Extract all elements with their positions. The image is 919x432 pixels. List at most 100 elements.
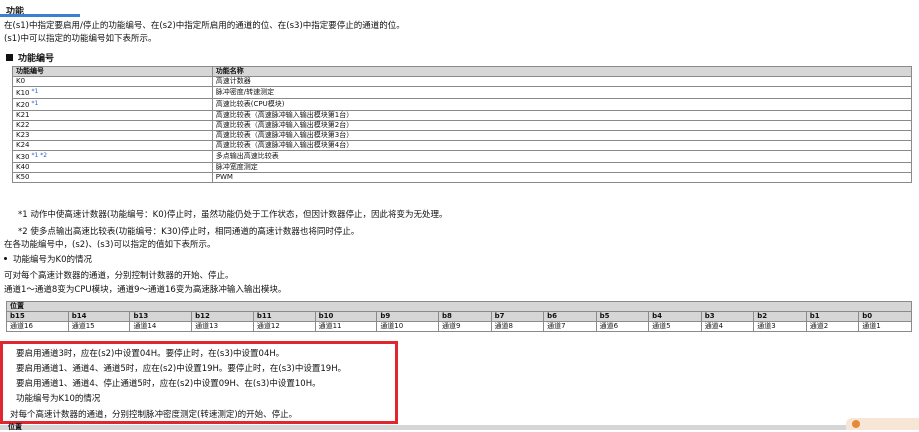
channel-row: 通道16 通道15 通道14 通道13 通道12 通道11 通道10 通道9 通道8 通道7 通道6… [6,321,912,332]
channel-cell: 通道10 [376,321,440,332]
channel-cell: 通道13 [191,321,254,332]
function-code-cell: K0 [12,76,213,87]
table-row: K40 脉冲宽度测定 [12,162,913,173]
function-code-cell: K24 [12,140,213,151]
function-code-cell: K50 [12,172,213,183]
k10-case-title: 功能编号为K10的情况 [16,394,101,404]
table-row: K24 高速比较表（高速脉冲输入输出模块第4台） [12,140,913,151]
k0-case-heading: 功能编号为K0的情况 [0,254,92,266]
function-code-cell: K30 *1 *2 [12,150,213,163]
bit-table-label-row: 位置 [6,301,912,312]
function-code: K30 [16,153,30,161]
function-code: K22 [16,121,30,129]
function-number-section: 功能编号 [6,51,54,64]
square-bullet-icon [6,54,13,61]
function-code-cell: K23 [12,130,213,141]
function-code: K23 [16,131,30,139]
bit-header-cell: b14 [67,311,131,322]
bit-header-cell: b4 [648,311,702,322]
function-name-cell: 高速比较表（高速脉冲输入输出模块第1台） [211,110,913,121]
k0-desc-1: 可对每个高速计数器的通道，分别控制计数器的开始、停止。 [4,271,234,281]
example-2: 要启用通道1、通道4、通道5时，应在(s2)中设置19H。要停止时，在(s3)中… [16,364,347,374]
function-name-cell: 高速计数器 [211,76,913,87]
footnote-link[interactable]: *1 [32,88,39,95]
function-name-cell: 高速比较表（高速脉冲输入输出模块第3台） [211,130,913,141]
bit-header-cell: b8 [438,311,492,322]
table-row: K20 *1 高速比较表(CPU模块) [12,98,913,111]
function-code: K20 [16,101,30,109]
table-row: K30 *1 *2 多点输出高速比较表 [12,150,913,163]
intro-line-2: (s1)中可以指定的功能编号如下表所示。 [4,34,157,44]
function-name-cell: 高速比较表（高速脉冲输入输出模块第4台） [211,140,913,151]
bit-header-cell: b5 [595,311,650,322]
spec-text: 在各功能编号中，(s2)、(s3)可以指定的值如下表所示。 [4,240,216,250]
footnote-link[interactable]: *1 *2 [32,152,48,159]
channel-cell: 通道3 [753,321,807,332]
example-1: 要启用通道3时，应在(s2)中设置04H。要停止时，在(s3)中设置04H。 [16,349,285,359]
channel-cell: 通道7 [543,321,597,332]
next-table-label: 位置 [8,423,22,431]
bit-header-cell: b2 [753,311,807,322]
bit-assignment-table: 位置 b15 b14 b13 b12 b11 b10 b9 b8 b7 b6 b5 b4 b3 b2 b1 b… [6,301,912,332]
bit-header-cell: b7 [490,311,545,322]
channel-cell: 通道8 [490,321,545,332]
function-name-cell: 高速比较表（高速脉冲输入输出模块第2台） [211,120,913,131]
function-code-cell: K10 *1 [12,86,213,99]
bit-header-cell: b12 [191,311,254,322]
table-row: K21 高速比较表（高速脉冲输入输出模块第1台） [12,110,913,121]
function-code: K24 [16,141,30,149]
function-code: K0 [16,77,26,85]
bit-header-cell: b9 [376,311,440,322]
bit-header-cell: b1 [805,311,860,322]
channel-cell: 通道5 [648,321,702,332]
function-code-cell: K21 [12,110,213,121]
table-header-row: 功能编号 功能名称 [12,66,913,77]
channel-cell: 通道14 [129,321,193,332]
function-code-cell: K22 [12,120,213,131]
bit-table-label: 位置 [6,301,912,312]
bit-header-cell: b0 [858,311,912,322]
k0-desc-2: 通道1～通道8变为CPU模块，通道9～通道16变为高速脉冲输入输出模块。 [4,285,287,295]
floating-widget[interactable] [846,418,919,430]
channel-cell: 通道4 [700,321,755,332]
bit-header-row: b15 b14 b13 b12 b11 b10 b9 b8 b7 b6 b5 b4 b3 b2 b1 b0 [6,311,912,322]
function-code-cell: K40 [12,162,213,173]
col-header-name: 功能名称 [211,66,913,77]
function-name-cell: PWM [211,172,913,183]
function-name-cell: 多点输出高速比较表 [211,150,913,163]
table-row: K22 高速比较表（高速脉冲输入输出模块第2台） [12,120,913,131]
heading-underline [0,14,80,17]
note-1: *1 动作中使高速计数器(功能编号：K0)停止时，虽然功能仍处于工作状态，但因计… [18,210,448,220]
function-code-cell: K20 *1 [12,98,213,111]
channel-cell: 通道16 [6,321,69,332]
function-name-cell: 脉冲宽度测定 [211,162,913,173]
example-3: 要启用通道1、通道4、停止通道5时，应在(s2)中设置09H、在(s3)中设置1… [16,379,321,389]
function-number-table: 功能编号 功能名称 K0 高速计数器 K10 *1 脉冲密度/转速测定 K20 *1 高速比较… [12,66,913,183]
channel-cell: 通道1 [858,321,912,332]
function-name-cell: 高速比较表(CPU模块) [211,98,913,111]
bit-header-cell: b15 [6,311,69,322]
table-row: K0 高速计数器 [12,76,913,87]
table-row: K23 高速比较表（高速脉冲输入输出模块第3台） [12,130,913,141]
bit-header-cell: b10 [314,311,378,322]
table-row: K10 *1 脉冲密度/转速测定 [12,86,913,99]
channel-cell: 通道9 [438,321,492,332]
col-header-code: 功能编号 [12,66,213,77]
function-code: K21 [16,111,30,119]
function-number-section-title: 功能编号 [18,54,55,64]
channel-cell: 通道12 [252,321,316,332]
channel-cell: 通道6 [595,321,650,332]
k10-desc: 对每个高速计数器的通道，分别控制脉冲密度测定(转速测定)的开始、停止。 [10,410,298,420]
channel-cell: 通道2 [805,321,860,332]
bit-header-cell: b13 [129,311,193,322]
bit-header-cell: b3 [700,311,755,322]
intro-line-1: 在(s1)中指定要启用/停止的功能编号、在(s2)中指定所启用的通道的位、在(s… [4,21,405,31]
next-table-header: 位置 [0,423,919,431]
bit-header-cell: b6 [543,311,597,322]
footnote-link[interactable]: *1 [32,100,39,107]
function-code: K10 [16,89,30,97]
function-code: K40 [16,163,30,171]
bit-header-cell: b11 [252,311,316,322]
widget-icon [852,420,860,428]
table-row: K50 PWM [12,172,913,183]
